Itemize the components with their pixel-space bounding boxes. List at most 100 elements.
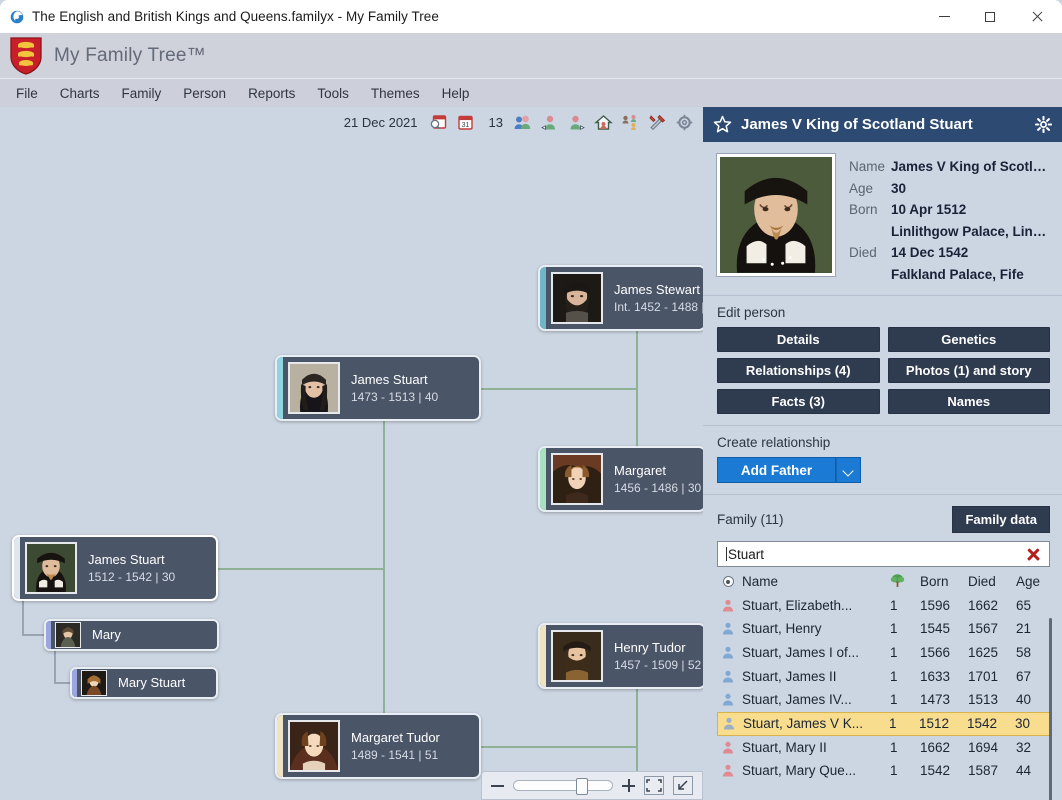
cell-age: 21 [1016,621,1050,636]
zoom-out-button[interactable] [491,785,504,787]
table-row[interactable]: Stuart, Mary II 1 1662 1694 32 [717,736,1050,760]
connector-line [477,746,637,748]
tree-node-mary-stuart[interactable]: Mary Stuart [70,667,218,699]
node-portrait [81,670,107,696]
field-born: Born 10 Apr 1512 [849,199,1050,221]
details-button[interactable]: Details [717,327,880,352]
cell-name: Stuart, Henry [739,621,890,636]
add-father-button[interactable]: Add Father [717,457,836,483]
node-accent-bar [540,267,546,329]
menu-item-file[interactable]: File [5,82,49,105]
menu-item-themes[interactable]: Themes [360,82,431,105]
column-header-name[interactable]: Name [739,574,890,589]
menu-item-person[interactable]: Person [172,82,237,105]
spacer [703,495,1062,504]
table-row-selected[interactable]: Stuart, James V K... 1 1512 1542 30 [717,712,1050,736]
person-female-icon [717,764,739,777]
maximize-icon [985,12,995,22]
minimize-icon [939,16,950,17]
zoom-slider-thumb[interactable] [576,778,588,795]
settings-gear-icon[interactable] [675,113,694,132]
menu-bar: File Charts Family Person Reports Tools … [0,78,1062,107]
genetics-button[interactable]: Genetics [888,327,1051,352]
zoom-in-button[interactable] [622,779,635,792]
photos-story-button[interactable]: Photos (1) and story [888,358,1051,383]
menu-item-help[interactable]: Help [431,82,481,105]
cell-name: Stuart, Elizabeth... [739,598,890,613]
two-people-icon[interactable] [513,113,532,132]
field-birthplace: Linlithgow Palace, Linlith... [849,221,1050,243]
minimize-button[interactable] [922,0,967,33]
calendar-search-icon[interactable] [429,113,448,132]
field-value: James V King of Scotlan... [891,156,1050,178]
cell-died: 1587 [968,763,1016,778]
zoom-slider[interactable] [513,780,613,791]
tools-icon[interactable] [648,113,667,132]
maximize-button[interactable] [967,0,1012,33]
settings-gear-icon[interactable] [1035,116,1052,133]
table-row[interactable]: Stuart, Mary Que... 1 1542 1587 44 [717,759,1050,783]
field-label: Born [849,199,891,221]
family-data-button[interactable]: Family data [952,506,1050,533]
tree-node-james-stewart[interactable]: James Stewart Int. 1452 - 1488 | 3 [538,265,703,331]
tree-node-james-stuart-1512[interactable]: James Stuart 1512 - 1542 | 30 [12,535,218,601]
home-person-icon[interactable] [594,113,613,132]
family-tree-chart[interactable]: 21 Dec 2021 31 13 [0,107,703,800]
collapse-panel-button[interactable] [673,776,693,795]
person-male-icon [717,622,739,635]
tree-node-mary[interactable]: Mary [44,619,219,651]
person-female-icon [717,741,739,754]
table-row[interactable]: Stuart, James II 1 1633 1701 67 [717,664,1050,688]
node-name: Mary [92,626,121,644]
column-header-died[interactable]: Died [968,574,1016,589]
field-died: Died 14 Dec 1542 [849,242,1050,264]
menu-item-reports[interactable]: Reports [237,82,306,105]
person-fields: Name James V King of Scotlan... Age 30 B… [849,154,1050,285]
table-row[interactable]: Stuart, Elizabeth... 1 1596 1662 65 [717,594,1050,618]
column-header-age[interactable]: Age [1016,574,1050,589]
table-row[interactable]: Stuart, Henry 1 1545 1567 21 [717,617,1050,641]
family-list-table[interactable]: Name Born Died Age Stuart, Elizabeth... … [717,570,1050,783]
fit-to-window-button[interactable] [644,776,664,795]
person-male-icon [717,670,739,683]
calendar-day-icon[interactable]: 31 [456,113,475,132]
clear-red-x-icon[interactable] [1026,547,1041,562]
close-button[interactable] [1012,0,1062,33]
tree-node-henry-tudor[interactable]: Henry Tudor 1457 - 1509 | 52 [538,623,703,689]
close-icon [1031,11,1043,23]
add-relationship-dropdown-button[interactable] [836,457,861,483]
menu-item-family[interactable]: Family [111,82,173,105]
royal-arms-crest-icon [10,37,42,75]
field-label: Died [849,242,891,264]
cell-born: 1545 [920,621,968,636]
tree-node-margaret[interactable]: Margaret 1456 - 1486 | 30 [538,446,703,512]
table-row[interactable]: Stuart, James I of... 1 1566 1625 58 [717,641,1050,665]
family-list-scrollbar[interactable] [1049,618,1052,800]
facts-button[interactable]: Facts (3) [717,389,880,414]
menu-item-tools[interactable]: Tools [306,82,360,105]
node-portrait [288,362,340,414]
cell-tree: 1 [890,692,920,707]
names-button[interactable]: Names [888,389,1051,414]
menu-item-charts[interactable]: Charts [49,82,111,105]
person-panel-header: James V King of Scotland Stuart [703,107,1062,142]
node-text: James Stewart Int. 1452 - 1488 | 3 [614,281,703,315]
column-header-born[interactable]: Born [920,574,968,589]
node-name: Margaret [614,462,701,480]
sort-radio-icon[interactable] [717,576,739,587]
tree-node-james-stuart-1473[interactable]: James Stuart 1473 - 1513 | 40 [275,355,481,421]
person-portrait-photo[interactable] [717,154,835,276]
table-row[interactable]: Stuart, James IV... 1 1473 1513 40 [717,688,1050,712]
cell-tree: 1 [889,716,919,731]
cell-age: 65 [1016,598,1050,613]
relationships-button[interactable]: Relationships (4) [717,358,880,383]
cell-died: 1625 [968,645,1016,660]
family-search-input[interactable]: Stuart [717,541,1050,567]
tree-node-margaret-tudor[interactable]: Margaret Tudor 1489 - 1541 | 51 [275,713,481,779]
generations-icon[interactable] [621,113,640,132]
node-text: Margaret Tudor 1489 - 1541 | 51 [351,729,440,763]
person-left-arrow-icon[interactable] [540,113,559,132]
favorite-star-icon[interactable] [713,115,732,134]
person-right-arrow-icon[interactable] [567,113,586,132]
family-tree-icon[interactable] [890,573,920,591]
